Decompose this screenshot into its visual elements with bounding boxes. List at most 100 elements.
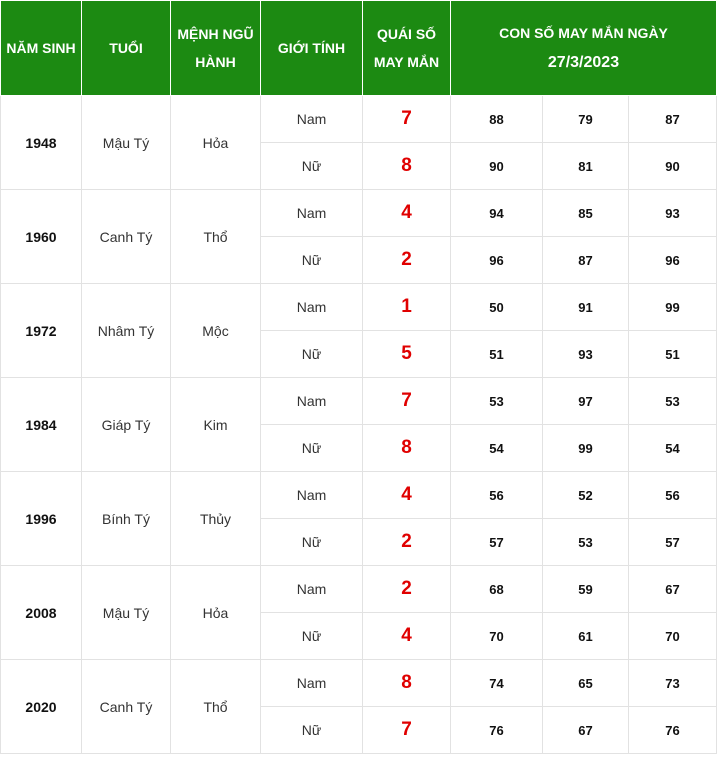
lucky-number-cell: 70 [450,612,543,660]
lucky-number-cell: 67 [542,706,629,754]
element-cell: Hỏa [170,95,261,190]
gender-cell: Nữ [260,424,363,472]
birth-year-cell: 1984 [0,377,82,472]
lucky-number-cell: 91 [542,283,629,331]
header-element: MỆNH NGŨ HÀNH [170,0,261,96]
gender-cell: Nam [260,565,363,613]
header-lucky-trigram: QUÁI SỐ MAY MẮN [362,0,451,96]
lucky-number-cell: 54 [628,424,717,472]
lucky-number-cell: 56 [628,471,717,519]
table-row: 2020 Canh Tý Thổ Nam 8 74 65 73 [0,659,717,754]
gender-cell: Nữ [260,706,363,754]
table-row: 1972 Nhâm Tý Mộc Nam 1 50 91 99 [0,283,717,378]
gender-cell: Nam [260,377,363,425]
element-cell: Thổ [170,189,261,284]
table-row: 1984 Giáp Tý Kim Nam 7 53 97 53 [0,377,717,472]
lucky-trigram-cell: 4 [362,471,451,519]
gender-cell: Nam [260,659,363,707]
lucky-number-cell: 90 [450,142,543,190]
lucky-number-cell: 97 [542,377,629,425]
lucky-trigram-cell: 8 [362,142,451,190]
element-cell: Mộc [170,283,261,378]
lucky-trigram-cell: 5 [362,330,451,378]
lucky-number-cell: 51 [628,330,717,378]
age-cell: Canh Tý [81,189,171,284]
gender-cell: Nam [260,189,363,237]
lucky-number-cell: 87 [628,95,717,143]
age-cell: Mậu Tý [81,95,171,190]
table-body: 1948 Mậu Tý Hỏa Nam 7 88 79 87 Nữ 8 90 81 90 1960 Canh… [0,95,717,754]
birth-year-cell: 2008 [0,565,82,660]
lucky-number-cell: 90 [628,142,717,190]
lucky-number-cell: 79 [542,95,629,143]
gender-cell: Nam [260,471,363,519]
lucky-trigram-cell: 7 [362,95,451,143]
lucky-number-cell: 96 [450,236,543,284]
lucky-number-cell: 99 [542,424,629,472]
lucky-number-cell: 70 [628,612,717,660]
header-lucky-numbers-date: 27/3/2023 [547,54,620,71]
gender-cell: Nữ [260,142,363,190]
age-cell: Nhâm Tý [81,283,171,378]
lucky-number-cell: 61 [542,612,629,660]
lucky-number-cell: 76 [628,706,717,754]
lucky-number-cell: 99 [628,283,717,331]
table-row: 1996 Bính Tý Thủy Nam 4 56 52 56 [0,471,717,566]
lucky-trigram-cell: 7 [362,706,451,754]
gender-cell: Nam [260,283,363,331]
lucky-number-cell: 87 [542,236,629,284]
element-cell: Hỏa [170,565,261,660]
header-row: NĂM SINH TUỔI MỆNH NGŨ HÀNH GIỚI TÍNH QU… [0,0,717,96]
lucky-trigram-cell: 4 [362,612,451,660]
lucky-trigram-cell: 8 [362,424,451,472]
table-header: NĂM SINH TUỔI MỆNH NGŨ HÀNH GIỚI TÍNH QU… [0,0,717,96]
lucky-number-cell: 50 [450,283,543,331]
lucky-number-cell: 51 [450,330,543,378]
age-cell: Bính Tý [81,471,171,566]
age-cell: Mậu Tý [81,565,171,660]
lucky-number-cell: 53 [628,377,717,425]
table-row: 1948 Mậu Tý Hỏa Nam 7 88 79 87 [0,95,717,190]
header-birth-year: NĂM SINH [0,0,82,96]
lucky-number-cell: 53 [542,518,629,566]
lucky-number-cell: 96 [628,236,717,284]
gender-cell: Nữ [260,612,363,660]
lucky-trigram-cell: 2 [362,518,451,566]
lucky-number-cell: 59 [542,565,629,613]
birth-year-cell: 1972 [0,283,82,378]
element-cell: Thủy [170,471,261,566]
header-age: TUỔI [81,0,171,96]
lucky-number-cell: 88 [450,95,543,143]
element-cell: Kim [170,377,261,472]
header-lucky-numbers-title: CON SỐ MAY MẮN NGÀY [499,25,668,41]
lucky-numbers-table: NĂM SINH TUỔI MỆNH NGŨ HÀNH GIỚI TÍNH QU… [0,0,717,754]
lucky-number-cell: 94 [450,189,543,237]
lucky-number-cell: 74 [450,659,543,707]
lucky-number-cell: 93 [542,330,629,378]
gender-cell: Nữ [260,236,363,284]
birth-year-cell: 2020 [0,659,82,754]
lucky-trigram-cell: 8 [362,659,451,707]
lucky-trigram-cell: 7 [362,377,451,425]
table-row: 2008 Mậu Tý Hỏa Nam 2 68 59 67 [0,565,717,660]
lucky-number-cell: 76 [450,706,543,754]
gender-cell: Nữ [260,518,363,566]
lucky-number-cell: 93 [628,189,717,237]
gender-cell: Nữ [260,330,363,378]
lucky-number-cell: 65 [542,659,629,707]
lucky-trigram-cell: 2 [362,236,451,284]
lucky-number-cell: 85 [542,189,629,237]
lucky-number-cell: 53 [450,377,543,425]
lucky-number-cell: 68 [450,565,543,613]
birth-year-cell: 1996 [0,471,82,566]
lucky-number-cell: 73 [628,659,717,707]
age-cell: Giáp Tý [81,377,171,472]
element-cell: Thổ [170,659,261,754]
lucky-number-cell: 67 [628,565,717,613]
lucky-number-cell: 57 [628,518,717,566]
lucky-number-cell: 56 [450,471,543,519]
header-gender: GIỚI TÍNH [260,0,363,96]
age-cell: Canh Tý [81,659,171,754]
lucky-trigram-cell: 4 [362,189,451,237]
lucky-trigram-cell: 2 [362,565,451,613]
